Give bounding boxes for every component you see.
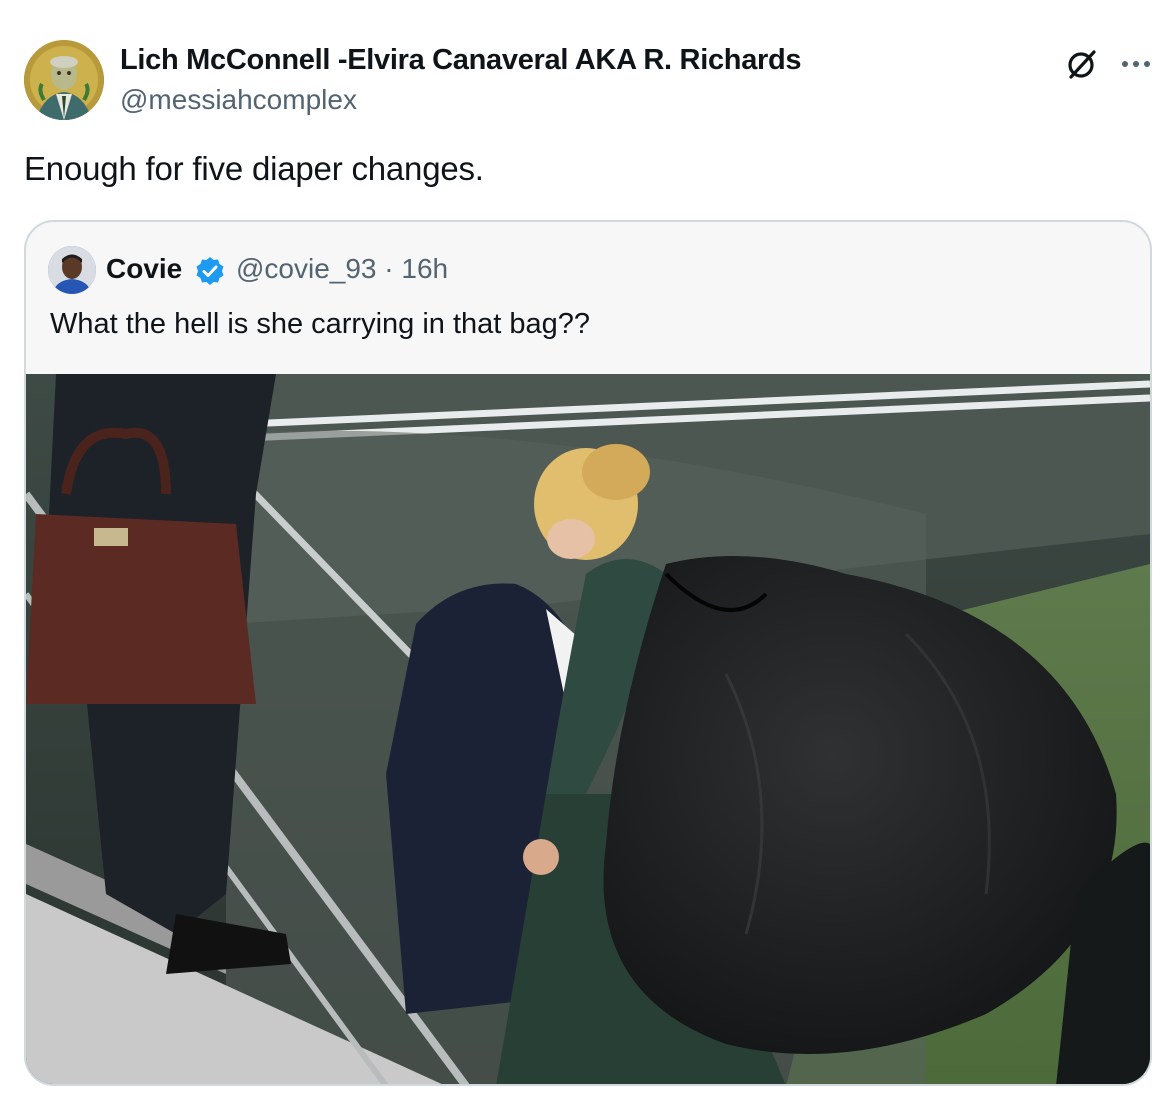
- author-handle[interactable]: @messiahcomplex: [120, 84, 357, 116]
- quoted-author-avatar[interactable]: [48, 246, 96, 294]
- profile-avatar-icon: [24, 40, 104, 120]
- author-name[interactable]: Lich McConnell -Elvira Canaveral AKA R. …: [120, 44, 802, 77]
- grok-icon[interactable]: [1062, 44, 1102, 84]
- author-avatar[interactable]: [24, 40, 104, 120]
- quoted-handle-time[interactable]: @covie_93 · 16h: [236, 253, 448, 285]
- verified-badge-icon: [194, 255, 226, 287]
- quoted-photo[interactable]: [26, 374, 1150, 1084]
- quoted-tweet[interactable]: Covie @covie_93 · 16h What the hell is s…: [24, 220, 1152, 1086]
- quoted-author-name[interactable]: Covie: [106, 253, 182, 285]
- more-options-icon[interactable]: [1116, 44, 1156, 84]
- quoted-text: What the hell is she carrying in that ba…: [50, 308, 591, 340]
- quoted-avatar-icon: [48, 246, 96, 294]
- tweet-text: Enough for five diaper changes.: [24, 150, 484, 187]
